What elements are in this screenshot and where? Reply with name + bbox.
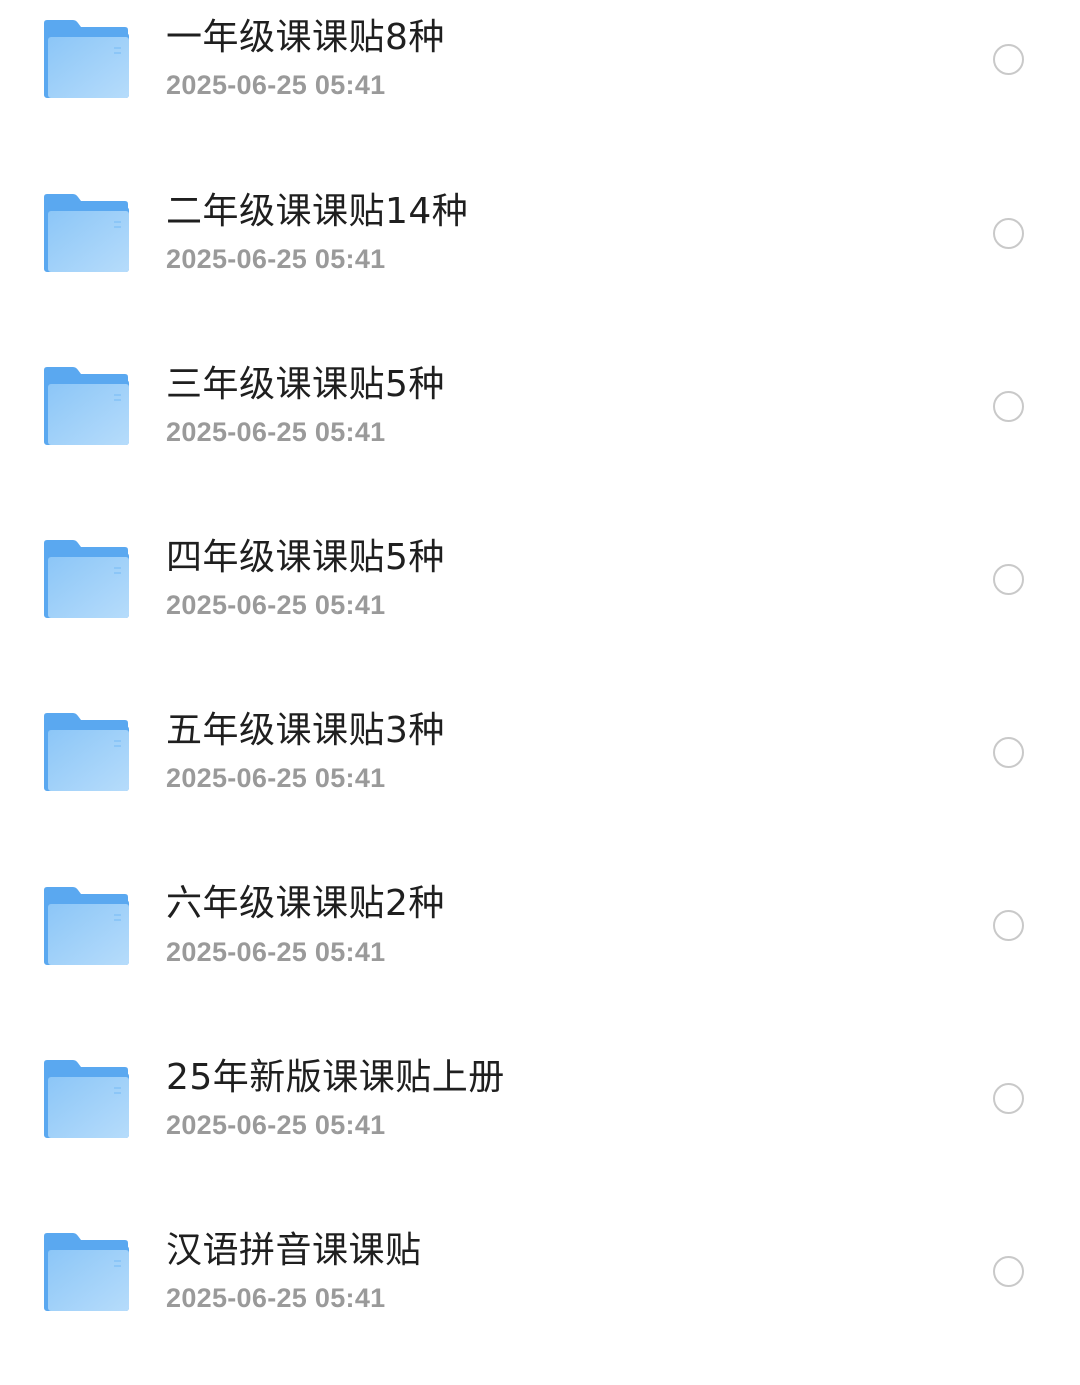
radio-unchecked-icon[interactable] — [993, 564, 1024, 595]
modified-date: 2025-06-25 05:41 — [166, 937, 386, 967]
radio-unchecked-icon[interactable] — [993, 391, 1024, 422]
folder-name: 六年级课课贴2种 — [166, 883, 445, 924]
list-item[interactable]: 四年级课课贴5种 2025-06-25 05:41 — [0, 519, 1080, 692]
list-item[interactable]: 汉语拼音课课贴 2025-06-25 05:41 — [0, 1212, 1080, 1385]
radio-unchecked-icon[interactable] — [993, 1256, 1024, 1287]
folder-icon — [43, 366, 130, 446]
radio-unchecked-icon[interactable] — [993, 44, 1024, 75]
radio-unchecked-icon[interactable] — [993, 1083, 1024, 1114]
folder-name: 25年新版课课贴上册 — [166, 1057, 505, 1098]
modified-date: 2025-06-25 05:41 — [166, 590, 386, 620]
modified-date: 2025-06-25 05:41 — [166, 1110, 386, 1140]
folder-name: 汉语拼音课课贴 — [166, 1230, 422, 1271]
folder-name: 一年级课课贴8种 — [166, 17, 445, 58]
folder-icon — [43, 886, 130, 966]
folder-icon — [43, 1059, 130, 1139]
file-list: 一年级课课贴8种 2025-06-25 05:41 二年级课课贴14种 2025… — [0, 0, 1080, 1319]
list-item[interactable]: 三年级课课贴5种 2025-06-25 05:41 — [0, 346, 1080, 519]
list-item[interactable]: 一年级课课贴8种 2025-06-25 05:41 — [0, 0, 1080, 173]
modified-date: 2025-06-25 05:41 — [166, 763, 386, 793]
modified-date: 2025-06-25 05:41 — [166, 70, 386, 100]
modified-date: 2025-06-25 05:41 — [166, 1283, 386, 1313]
list-item[interactable]: 六年级课课贴2种 2025-06-25 05:41 — [0, 866, 1080, 1039]
folder-name: 四年级课课贴5种 — [166, 537, 445, 578]
folder-icon — [43, 539, 130, 619]
folder-icon — [43, 19, 130, 99]
modified-date: 2025-06-25 05:41 — [166, 417, 386, 447]
radio-unchecked-icon[interactable] — [993, 737, 1024, 768]
radio-unchecked-icon[interactable] — [993, 218, 1024, 249]
folder-icon — [43, 1232, 130, 1312]
list-item[interactable]: 二年级课课贴14种 2025-06-25 05:41 — [0, 173, 1080, 346]
radio-unchecked-icon[interactable] — [993, 910, 1024, 941]
folder-name: 三年级课课贴5种 — [166, 364, 445, 405]
list-item[interactable]: 五年级课课贴3种 2025-06-25 05:41 — [0, 692, 1080, 865]
list-item[interactable]: 25年新版课课贴上册 2025-06-25 05:41 — [0, 1039, 1080, 1212]
folder-icon — [43, 193, 130, 273]
folder-name: 五年级课课贴3种 — [166, 710, 445, 751]
folder-name: 二年级课课贴14种 — [166, 191, 469, 232]
modified-date: 2025-06-25 05:41 — [166, 244, 386, 274]
folder-icon — [43, 712, 130, 792]
